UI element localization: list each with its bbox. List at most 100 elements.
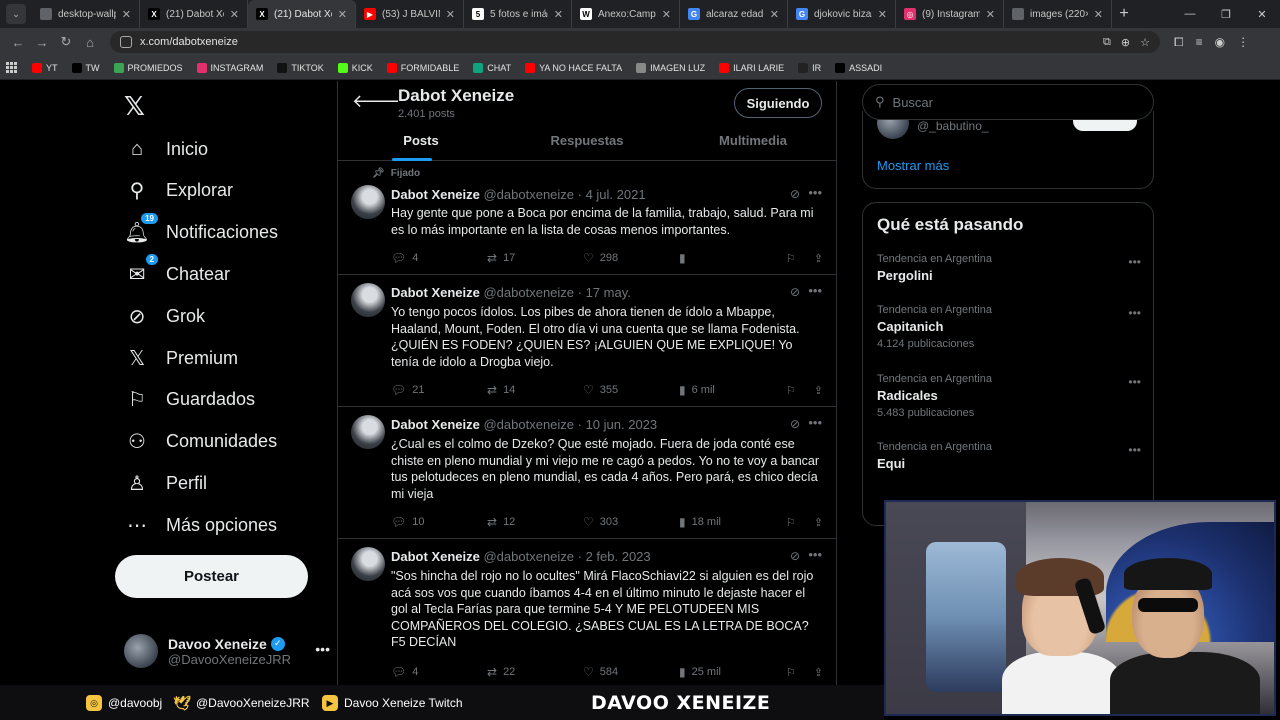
author-name[interactable]: Dabot Xeneize — [391, 285, 480, 300]
share-icon[interactable]: ⇪ — [814, 384, 823, 397]
share-icon[interactable]: ⇪ — [814, 666, 823, 679]
back-button[interactable]: ← — [6, 35, 30, 50]
zoom-icon[interactable]: ⊕ — [1121, 36, 1130, 49]
tweet[interactable]: Dabot Xeneize @dabotxeneize · 10 jun. 20… — [338, 407, 836, 539]
bookmark-item[interactable]: CHAT — [473, 62, 511, 73]
reply-button[interactable]: 💬︎ 21 — [391, 383, 487, 397]
author-name[interactable]: Dabot Xeneize — [391, 187, 480, 202]
maximize-button[interactable]: ❐ — [1208, 8, 1244, 21]
like-button[interactable]: ♡ 303 — [583, 515, 679, 529]
repost-button[interactable]: ⇄ 17 — [487, 251, 583, 265]
x-logo-icon[interactable]: 𝕏 — [124, 91, 145, 122]
apps-grid-icon[interactable] — [6, 61, 18, 74]
repost-button[interactable]: ⇄ 12 — [487, 515, 583, 529]
reply-button[interactable]: 💬︎ 4 — [391, 251, 487, 265]
grok-explain-icon[interactable]: ⊘ — [790, 285, 800, 299]
grok-explain-icon[interactable]: ⊘ — [790, 187, 800, 201]
browser-tab[interactable]: Gdjokovic bizarrap ✕ — [788, 0, 896, 28]
reading-list-icon[interactable]: ≡ — [1196, 35, 1203, 50]
browser-tab[interactable]: X (21) Dabot Xenei ✕ — [140, 0, 248, 28]
nav-home[interactable]: ⌂ Inicio — [124, 136, 208, 162]
bookmark-item[interactable]: KICK — [337, 62, 373, 73]
close-tab-icon[interactable]: ✕ — [338, 8, 347, 21]
like-button[interactable]: ♡ 355 — [583, 383, 679, 397]
bookmark-item[interactable]: IR — [798, 62, 821, 73]
extensions-icon[interactable]: ⧠ — [1174, 35, 1184, 50]
browser-menu-icon[interactable]: ⋮ — [1237, 35, 1249, 50]
trend-item[interactable]: Tendencia en Argentina Capitanich 4.124 pu… — [877, 304, 1141, 350]
like-button[interactable]: ♡ 584 — [583, 665, 679, 679]
bookmark-item[interactable]: TIKTOK — [277, 62, 324, 73]
more-icon[interactable]: ••• — [1128, 255, 1141, 269]
avatar[interactable] — [351, 185, 385, 219]
reload-button[interactable]: ↻ — [54, 34, 78, 50]
bookmark-item[interactable]: IMAGEN LUZ — [636, 62, 705, 73]
close-tab-icon[interactable]: ✕ — [662, 8, 671, 21]
bookmark-item[interactable]: ASSADI — [835, 62, 882, 73]
more-icon[interactable]: ••• — [808, 185, 822, 200]
following-button[interactable]: Siguiendo — [734, 88, 822, 118]
more-icon[interactable]: ••• — [1128, 375, 1141, 389]
profile-avatar-icon[interactable]: ◉ — [1215, 35, 1225, 50]
trend-item[interactable]: Tendencia en Argentina Radicales 5.483 pub… — [877, 373, 1141, 419]
home-button[interactable]: ⌂ — [78, 35, 102, 50]
tweet[interactable]: 📌︎ Fijado Dabot Xeneize @dabotxeneize · 4 … — [338, 162, 836, 275]
views-button[interactable]: ▮ — [679, 251, 775, 265]
browser-tab[interactable]: W Anexo:Campeone ✕ — [572, 0, 680, 28]
browser-tab[interactable]: X (21) Dabot Xenei ✕ — [248, 0, 356, 28]
views-button[interactable]: ▮ 6 mil — [679, 383, 775, 397]
repost-button[interactable]: ⇄ 22 — [487, 665, 583, 679]
nav-chat[interactable]: ✉ 2 Chatear — [124, 254, 230, 287]
account-switcher[interactable]: Davoo Xeneize ✓ @DavooXeneizeJRR ••• — [124, 631, 330, 671]
nav-grok[interactable]: ⊘ Grok — [124, 303, 205, 329]
bookmark-icon[interactable]: ⚐ — [786, 384, 796, 397]
nav-explore[interactable]: ⚲ Explorar — [124, 178, 233, 204]
repost-button[interactable]: ⇄ 14 — [487, 383, 583, 397]
bookmark-item[interactable]: ILARI LARIE — [719, 62, 784, 73]
browser-tab[interactable]: ◎ (9) Instagram ✕ — [896, 0, 1004, 28]
tab-replies[interactable]: Respuestas — [504, 127, 670, 161]
trend-item[interactable]: Tendencia en Argentina Pergolini ••• — [877, 253, 1141, 283]
bookmark-item[interactable]: INSTAGRAM — [196, 62, 263, 73]
minimize-button[interactable]: — — [1172, 8, 1208, 20]
close-tab-icon[interactable]: ✕ — [1094, 8, 1103, 21]
avatar[interactable] — [351, 283, 385, 317]
tweet[interactable]: Dabot Xeneize @dabotxeneize · 17 may. ⊘ ••… — [338, 275, 836, 407]
back-arrow-icon[interactable]: 🡐 — [352, 91, 400, 112]
browser-tab[interactable]: 5 5 fotos e imágene ✕ — [464, 0, 572, 28]
browser-tab[interactable]: Galcaraz edad - Bu ✕ — [680, 0, 788, 28]
nav-more[interactable]: ⋯ Más opciones — [124, 512, 277, 538]
tab-search-button[interactable]: ⌄ — [6, 4, 26, 24]
nav-profile[interactable]: ♙ Perfil — [124, 470, 207, 496]
avatar[interactable] — [351, 547, 385, 581]
close-tab-icon[interactable]: ✕ — [122, 8, 131, 21]
browser-tab[interactable]: ▶ (53) J BALVIN || B ✕ — [356, 0, 464, 28]
share-icon[interactable]: ⇪ — [814, 516, 823, 529]
close-tab-icon[interactable]: ✕ — [554, 8, 563, 21]
views-button[interactable]: ▮ 18 mil — [679, 515, 775, 529]
show-more-link[interactable]: Mostrar más — [877, 158, 949, 173]
bookmark-item[interactable]: TW — [71, 62, 100, 73]
new-tab-button[interactable]: + — [1112, 5, 1136, 23]
tab-posts[interactable]: Posts — [338, 127, 504, 161]
like-button[interactable]: ♡ 298 — [583, 251, 679, 265]
close-tab-icon[interactable]: ✕ — [446, 8, 455, 21]
nav-communities[interactable]: ⚇ Comunidades — [124, 429, 277, 455]
bookmark-item[interactable]: FORMIDABLE — [386, 62, 459, 73]
site-info-icon[interactable] — [120, 36, 132, 48]
nav-premium[interactable]: 𝕏 Premium — [124, 345, 238, 371]
close-window-button[interactable]: ✕ — [1244, 8, 1280, 21]
follow-button[interactable] — [1073, 119, 1137, 131]
more-icon[interactable]: ••• — [808, 283, 822, 298]
reply-button[interactable]: 💬︎ 10 — [391, 515, 487, 529]
bookmark-item[interactable]: YT — [32, 62, 58, 73]
share-icon[interactable]: ⇪ — [814, 252, 823, 265]
views-button[interactable]: ▮ 25 mil — [679, 665, 775, 679]
more-icon[interactable]: ••• — [808, 415, 822, 430]
more-icon[interactable]: ••• — [808, 547, 822, 562]
tweet[interactable]: Dabot Xeneize @dabotxeneize · 2 feb. 202… — [338, 539, 836, 685]
more-icon[interactable]: ••• — [315, 641, 330, 657]
bookmark-star-icon[interactable]: ☆ — [1140, 36, 1150, 49]
install-app-icon[interactable]: ⧉ — [1103, 36, 1111, 49]
bookmark-icon[interactable]: ⚐ — [786, 252, 796, 265]
